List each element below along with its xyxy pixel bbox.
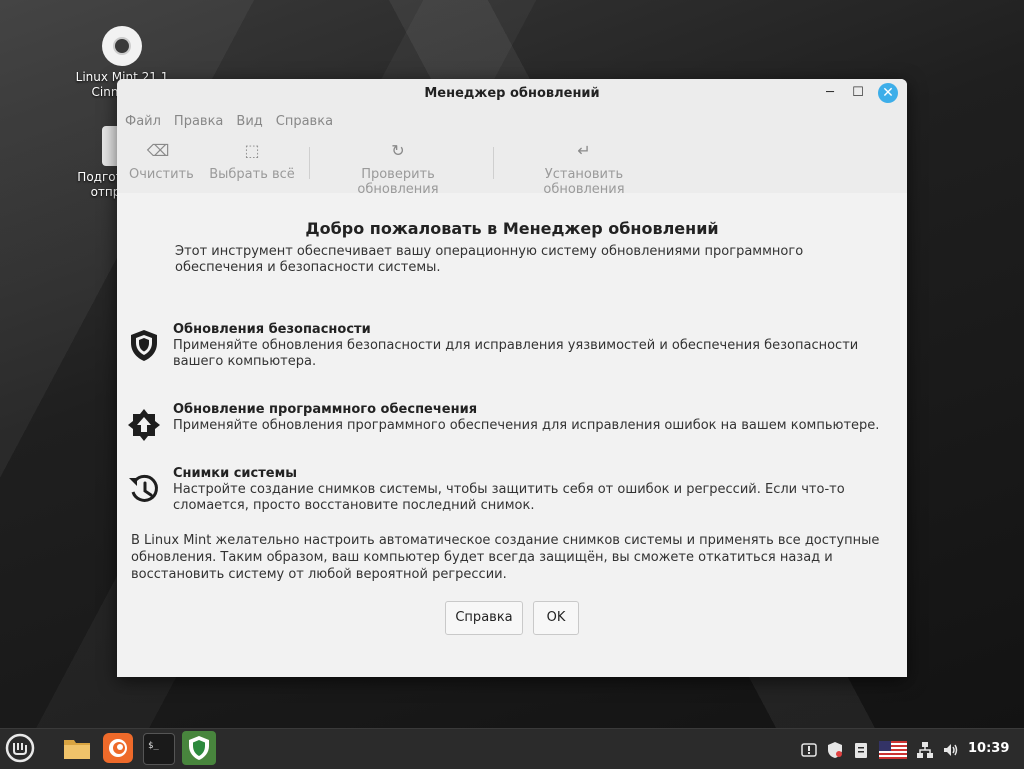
files-icon[interactable] xyxy=(62,733,92,763)
feature-description: Применяйте обновления безопасности для и… xyxy=(173,338,859,369)
history-icon xyxy=(129,474,158,502)
update-manager-window: Менеджер обновлений ─ ☐ ✕ Файл Правка Ви… xyxy=(117,79,907,677)
feature-description: Применяйте обновления программного обесп… xyxy=(173,418,880,433)
recommendation-text: В Linux Mint желательно настроить автома… xyxy=(131,533,880,582)
clear-button[interactable]: ⌫ Очистить xyxy=(129,141,194,182)
menu-view[interactable]: Вид xyxy=(236,114,262,129)
shield-update-icon[interactable] xyxy=(824,729,846,769)
terminal-icon[interactable]: $_ xyxy=(143,733,175,765)
feature-description: Настройте создание снимков системы, чтоб… xyxy=(173,482,845,513)
help-button[interactable]: Справка xyxy=(445,601,523,635)
clock[interactable]: 10:39 xyxy=(968,729,1009,769)
minimize-button[interactable]: ─ xyxy=(821,84,839,102)
menu-help[interactable]: Справка xyxy=(276,114,333,129)
select-all-button[interactable]: ⬚ Выбрать всё xyxy=(209,141,295,182)
toolbar-separator xyxy=(493,147,494,179)
svg-text:$_: $_ xyxy=(148,741,159,751)
refresh-icon: ↻ xyxy=(391,141,405,160)
title-bar[interactable]: Менеджер обновлений ─ ☐ ✕ xyxy=(117,79,907,107)
toolbar: ⌫ Очистить ⬚ Выбрать всё ↻ Проверить обн… xyxy=(117,135,907,197)
window-title: Менеджер обновлений xyxy=(424,86,600,101)
install-icon: ↵ xyxy=(577,141,591,160)
feature-title: Снимки системы xyxy=(173,466,297,481)
firefox-icon[interactable] xyxy=(103,733,133,763)
taskbar: $_ 10:39 xyxy=(0,728,1024,769)
upgrade-icon xyxy=(128,409,160,441)
welcome-content: Добро пожаловать в Менеджер обновлений Э… xyxy=(117,193,907,677)
ok-button[interactable]: OK xyxy=(533,601,579,635)
volume-icon[interactable] xyxy=(940,729,962,769)
menu-bar: Файл Правка Вид Справка xyxy=(117,107,907,135)
intro-text: Этот инструмент обеспечивает вашу операц… xyxy=(175,244,804,275)
network-icon[interactable] xyxy=(914,729,936,769)
notification-icon[interactable] xyxy=(798,729,820,769)
welcome-title: Добро пожаловать в Менеджер обновлений xyxy=(305,219,719,238)
shield-icon xyxy=(131,330,157,361)
feature-title: Обновления безопасности xyxy=(173,322,371,337)
update-manager-icon[interactable] xyxy=(182,731,216,765)
toolbar-separator xyxy=(309,147,310,179)
menu-file[interactable]: Файл xyxy=(125,114,161,129)
clipboard-icon[interactable] xyxy=(850,729,872,769)
clear-icon: ⌫ xyxy=(146,141,170,160)
maximize-button[interactable]: ☐ xyxy=(849,84,867,102)
select-all-label: Выбрать всё xyxy=(209,167,295,182)
install-updates-button[interactable]: ↵ Установить обновления xyxy=(507,141,661,197)
close-button[interactable]: ✕ xyxy=(878,83,898,103)
select-all-icon: ⬚ xyxy=(244,141,260,160)
disc-icon xyxy=(102,26,142,66)
flag-us-icon[interactable] xyxy=(878,729,908,769)
clear-label: Очистить xyxy=(129,167,194,182)
menu-edit[interactable]: Правка xyxy=(174,114,223,129)
check-updates-button[interactable]: ↻ Проверить обновления xyxy=(323,141,473,197)
feature-title: Обновление программного обеспечения xyxy=(173,402,478,417)
menu-icon[interactable] xyxy=(5,733,35,763)
